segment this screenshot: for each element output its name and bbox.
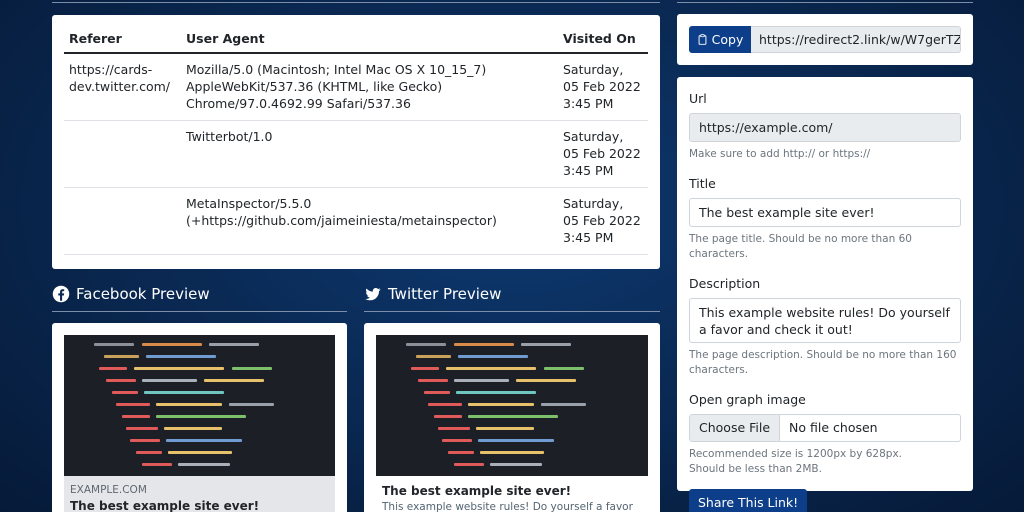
top-divider-right	[677, 2, 973, 3]
choose-file-button[interactable]: Choose File	[690, 415, 781, 441]
og-image-thumbnail	[376, 335, 648, 476]
user-agent-cell: MetaInspector/5.5.0 (+https://github.com…	[181, 187, 558, 255]
title-input[interactable]: The best example site ever!	[689, 198, 961, 227]
twitter-preview-card: The best example site ever! This example…	[364, 323, 660, 512]
clipboard-icon	[698, 34, 707, 45]
table-row: MetaInspector/5.5.0 (+https://github.com…	[64, 187, 648, 255]
header-user-agent: User Agent	[181, 31, 558, 54]
visited-on-cell: Saturday, 05 Feb 2022 3:45 PM	[558, 53, 648, 121]
user-agent-cell: Mozilla/5.0 (Macintosh; Intel Mac OS X 1…	[181, 53, 558, 121]
facebook-preview-link-title: The best example site ever!	[70, 499, 260, 512]
description-help: The page description. Should be no more …	[689, 349, 957, 376]
twitter-preview-heading: Twitter Preview	[364, 280, 660, 312]
og-image-help-limit: Should be less than 2MB.	[689, 463, 822, 475]
twitter-preview-description: This example website rules! Do yourself …	[382, 501, 633, 512]
og-image-thumbnail	[64, 335, 335, 476]
visited-on-cell: Saturday, 05 Feb 2022 3:45 PM	[558, 120, 648, 188]
top-divider-left	[52, 2, 660, 3]
description-label: Description	[689, 276, 761, 291]
facebook-preview-domain: EXAMPLE.COM	[70, 484, 147, 496]
url-label: Url	[689, 91, 707, 106]
title-help: The page title. Should be no more than 6…	[689, 233, 912, 260]
twitter-preview-link-title: The best example site ever!	[382, 484, 572, 498]
og-image-label: Open graph image	[689, 392, 806, 407]
title-group: Title The best example site ever! The pa…	[689, 176, 961, 262]
twitter-icon	[365, 287, 381, 300]
twitter-preview-meta: The best example site ever! This example…	[376, 476, 648, 512]
header-referer: Referer	[64, 31, 181, 54]
link-form-card: Url https://example.com/ Make sure to ad…	[677, 77, 973, 512]
file-status: No file chosen	[789, 420, 878, 435]
header-visited-on: Visited On	[558, 31, 648, 54]
share-link-card: Copy https://redirect2.link/w/W7gerTZ1q0	[677, 14, 973, 65]
og-image-help-size: Recommended size is 1200px by 628px.	[689, 448, 903, 460]
copy-button[interactable]: Copy	[689, 26, 751, 53]
description-textarea[interactable]: This example website rules! Do yourself …	[689, 298, 961, 343]
facebook-preview-meta: EXAMPLE.COM The best example site ever!	[64, 476, 335, 512]
table-row: https://cards-dev.twitter.com/ Mozilla/5…	[64, 53, 648, 121]
share-link-button[interactable]: Share This Link!	[689, 489, 808, 512]
title-label: Title	[689, 176, 716, 191]
url-input[interactable]: https://example.com/	[689, 113, 961, 142]
og-image-group: Open graph image Choose File No file cho…	[689, 392, 961, 477]
og-image-file-input[interactable]: Choose File No file chosen	[689, 414, 961, 442]
referer-cell	[64, 120, 181, 188]
copy-button-label: Copy	[711, 32, 744, 47]
referer-cell: https://cards-dev.twitter.com/	[64, 53, 181, 121]
visited-on-cell: Saturday, 05 Feb 2022 3:45 PM	[558, 187, 648, 255]
referer-cell	[64, 187, 181, 255]
share-link-field[interactable]: https://redirect2.link/w/W7gerTZ1q0	[751, 26, 961, 53]
user-agent-cell: Twitterbot/1.0	[181, 120, 558, 188]
url-group: Url https://example.com/ Make sure to ad…	[689, 91, 961, 162]
url-help: Make sure to add http:// or https://	[689, 148, 871, 160]
facebook-icon	[52, 285, 70, 302]
facebook-preview-heading: Facebook Preview	[52, 280, 347, 312]
twitter-preview-title: Twitter Preview	[388, 284, 502, 303]
description-group: Description This example website rules! …	[689, 276, 961, 378]
visits-card: Referer User Agent Visited On https://ca…	[52, 15, 660, 269]
facebook-preview-card: EXAMPLE.COM The best example site ever!	[52, 323, 347, 512]
visits-table: Referer User Agent Visited On https://ca…	[64, 31, 648, 255]
table-row: Twitterbot/1.0 Saturday, 05 Feb 2022 3:4…	[64, 120, 648, 188]
facebook-preview-title: Facebook Preview	[76, 284, 210, 303]
